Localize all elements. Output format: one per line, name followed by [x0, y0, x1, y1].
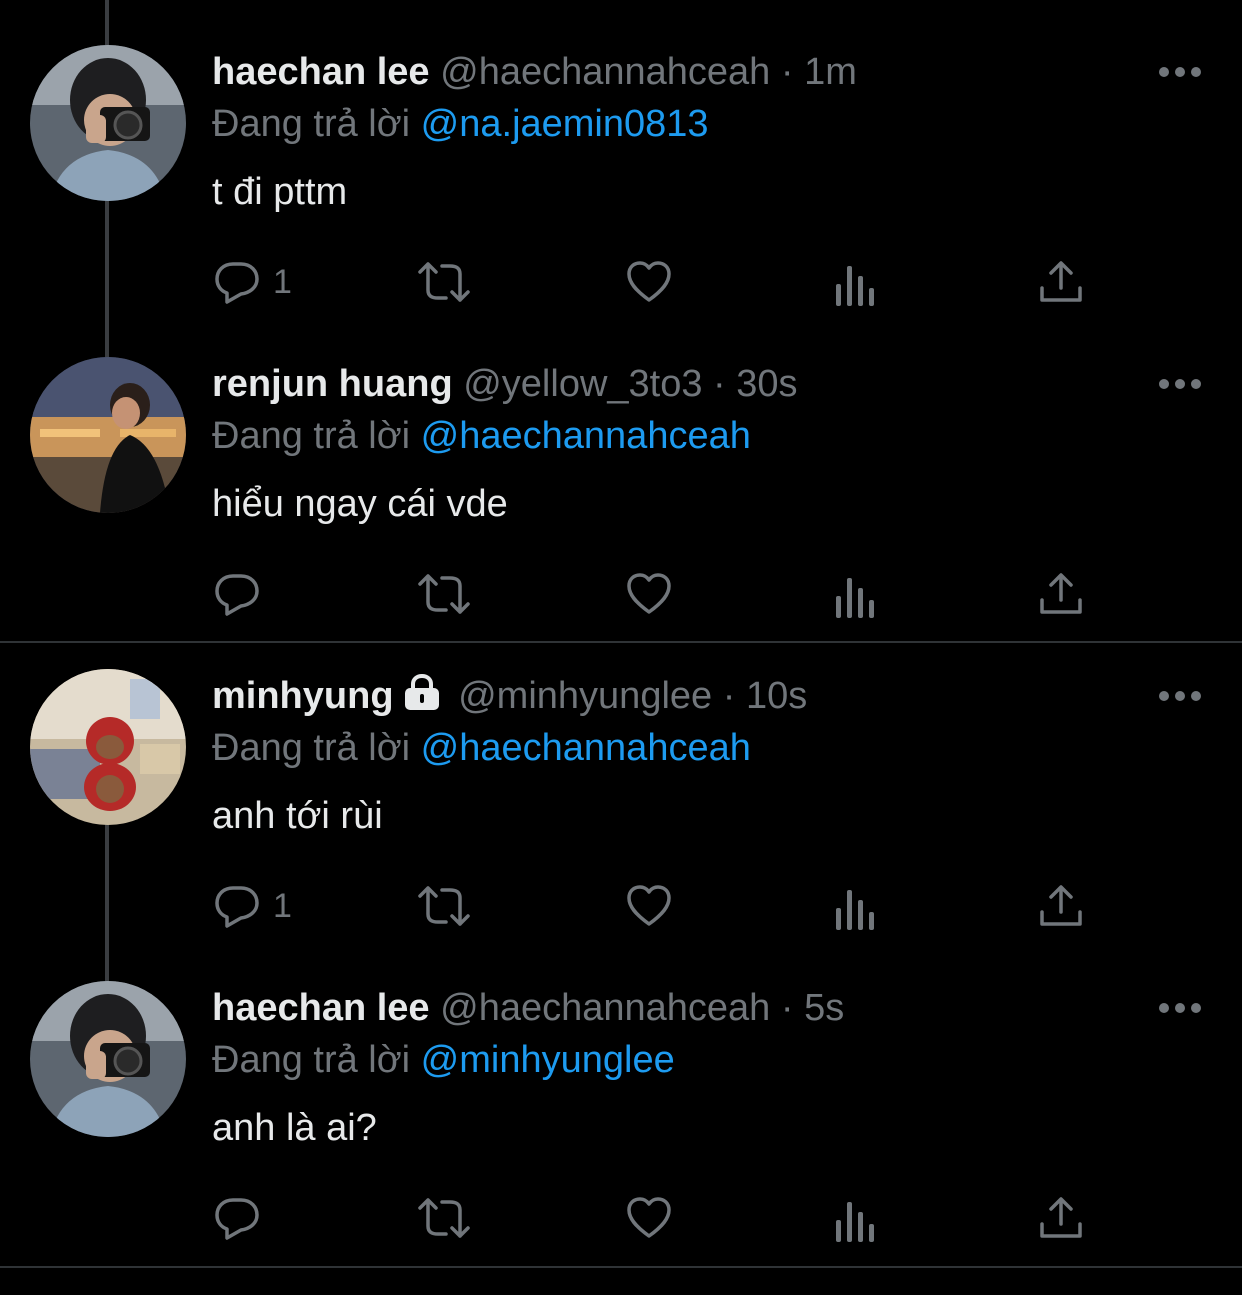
share-button[interactable] — [1038, 1193, 1084, 1243]
display-name[interactable]: haechan lee — [212, 51, 430, 93]
tweet[interactable]: haechan lee @haechannahceah · 1m Đang tr… — [0, 0, 1242, 330]
separator-dot: · — [713, 363, 726, 405]
views-button[interactable] — [834, 260, 878, 310]
retweet-icon — [418, 886, 470, 926]
avatar[interactable] — [30, 981, 186, 1137]
tweet-header: minhyung @minhyunglee · 10s — [212, 674, 807, 718]
like-icon — [627, 885, 671, 926]
tweet-text: anh là ai? — [212, 1107, 377, 1149]
reply-button[interactable]: 1 — [213, 257, 292, 307]
like-icon — [627, 1197, 671, 1238]
display-name[interactable]: haechan lee — [212, 987, 430, 1029]
retweet-button[interactable] — [416, 569, 472, 619]
timestamp[interactable]: 10s — [746, 675, 807, 717]
share-button[interactable] — [1038, 881, 1084, 931]
avatar[interactable] — [30, 45, 186, 201]
mention-link[interactable]: @haechannahceah — [421, 727, 751, 769]
mention-link[interactable]: @na.jaemin0813 — [421, 103, 709, 145]
retweet-button[interactable] — [416, 257, 472, 307]
reply-icon — [215, 1198, 259, 1240]
tweet-header: haechan lee @haechannahceah · 5s — [212, 986, 844, 1030]
retweet-icon — [418, 262, 470, 302]
reply-button[interactable] — [213, 1193, 273, 1243]
more-icon[interactable] — [1158, 688, 1202, 704]
like-button[interactable] — [625, 881, 673, 931]
divider — [0, 1266, 1242, 1268]
more-icon[interactable] — [1158, 1000, 1202, 1016]
reply-icon — [215, 886, 259, 928]
reply-button[interactable]: 1 — [213, 881, 292, 931]
replying-to: Đang trả lời @haechannahceah — [212, 726, 751, 770]
replying-to: Đang trả lời @minhyunglee — [212, 1038, 675, 1082]
tweet[interactable]: minhyung @minhyunglee · 10s Đang trả lời… — [0, 624, 1242, 954]
avatar[interactable] — [30, 669, 186, 825]
user-handle[interactable]: @haechannahceah — [440, 987, 770, 1029]
tweet-text: hiểu ngay cái vde — [212, 483, 508, 525]
like-button[interactable] — [625, 1193, 673, 1243]
tweet[interactable]: renjun huang @yellow_3to3 · 30s Đang trả… — [0, 312, 1242, 642]
reply-count: 1 — [273, 262, 292, 301]
reply-prefix: Đang trả lời — [212, 1039, 411, 1081]
share-icon — [1040, 573, 1082, 614]
mention-link[interactable]: @haechannahceah — [421, 415, 751, 457]
reply-prefix: Đang trả lời — [212, 103, 411, 145]
retweet-icon — [418, 1198, 470, 1238]
tweet-header: renjun huang @yellow_3to3 · 30s — [212, 362, 798, 406]
avatar[interactable] — [30, 357, 186, 513]
views-icon — [836, 1202, 874, 1242]
mention-link[interactable]: @minhyunglee — [421, 1039, 675, 1081]
share-icon — [1040, 261, 1082, 302]
timeline: haechan lee @haechannahceah · 1m Đang tr… — [0, 0, 1242, 1295]
share-icon — [1040, 1197, 1082, 1238]
like-button[interactable] — [625, 569, 673, 619]
share-button[interactable] — [1038, 257, 1084, 307]
like-icon — [627, 261, 671, 302]
views-icon — [836, 890, 874, 930]
share-icon — [1040, 885, 1082, 926]
reply-button[interactable] — [213, 569, 273, 619]
user-handle[interactable]: @minhyunglee — [458, 675, 712, 717]
separator-dot: · — [780, 51, 794, 93]
lock-icon — [404, 674, 439, 710]
reply-icon — [215, 574, 259, 616]
share-button[interactable] — [1038, 569, 1084, 619]
more-icon[interactable] — [1158, 376, 1202, 392]
timestamp[interactable]: 30s — [736, 363, 797, 405]
separator-dot: · — [722, 675, 736, 717]
tweet-text: t đi pttm — [212, 171, 348, 213]
retweet-button[interactable] — [416, 1193, 472, 1243]
user-handle[interactable]: @haechannahceah — [440, 51, 770, 93]
reply-count: 1 — [273, 886, 292, 925]
like-icon — [627, 573, 671, 614]
timestamp[interactable]: 5s — [804, 987, 844, 1029]
display-name[interactable]: minhyung — [212, 675, 394, 717]
separator-dot: · — [780, 987, 794, 1029]
replying-to: Đang trả lời @haechannahceah — [212, 414, 751, 458]
timestamp[interactable]: 1m — [804, 51, 857, 93]
views-icon — [836, 266, 874, 306]
user-handle[interactable]: @yellow_3to3 — [463, 363, 702, 405]
views-button[interactable] — [834, 884, 878, 934]
more-icon[interactable] — [1158, 64, 1202, 80]
replying-to: Đang trả lời @na.jaemin0813 — [212, 102, 709, 146]
reply-prefix: Đang trả lời — [212, 727, 411, 769]
tweet-text: anh tới rùi — [212, 795, 383, 837]
views-icon — [836, 578, 874, 618]
views-button[interactable] — [834, 572, 878, 622]
reply-prefix: Đang trả lời — [212, 415, 411, 457]
tweet-header: haechan lee @haechannahceah · 1m — [212, 50, 857, 94]
views-button[interactable] — [834, 1196, 878, 1246]
reply-icon — [215, 262, 259, 304]
tweet[interactable]: haechan lee @haechannahceah · 5s Đang tr… — [0, 936, 1242, 1266]
retweet-icon — [418, 574, 470, 614]
like-button[interactable] — [625, 257, 673, 307]
display-name[interactable]: renjun huang — [212, 363, 453, 405]
retweet-button[interactable] — [416, 881, 472, 931]
